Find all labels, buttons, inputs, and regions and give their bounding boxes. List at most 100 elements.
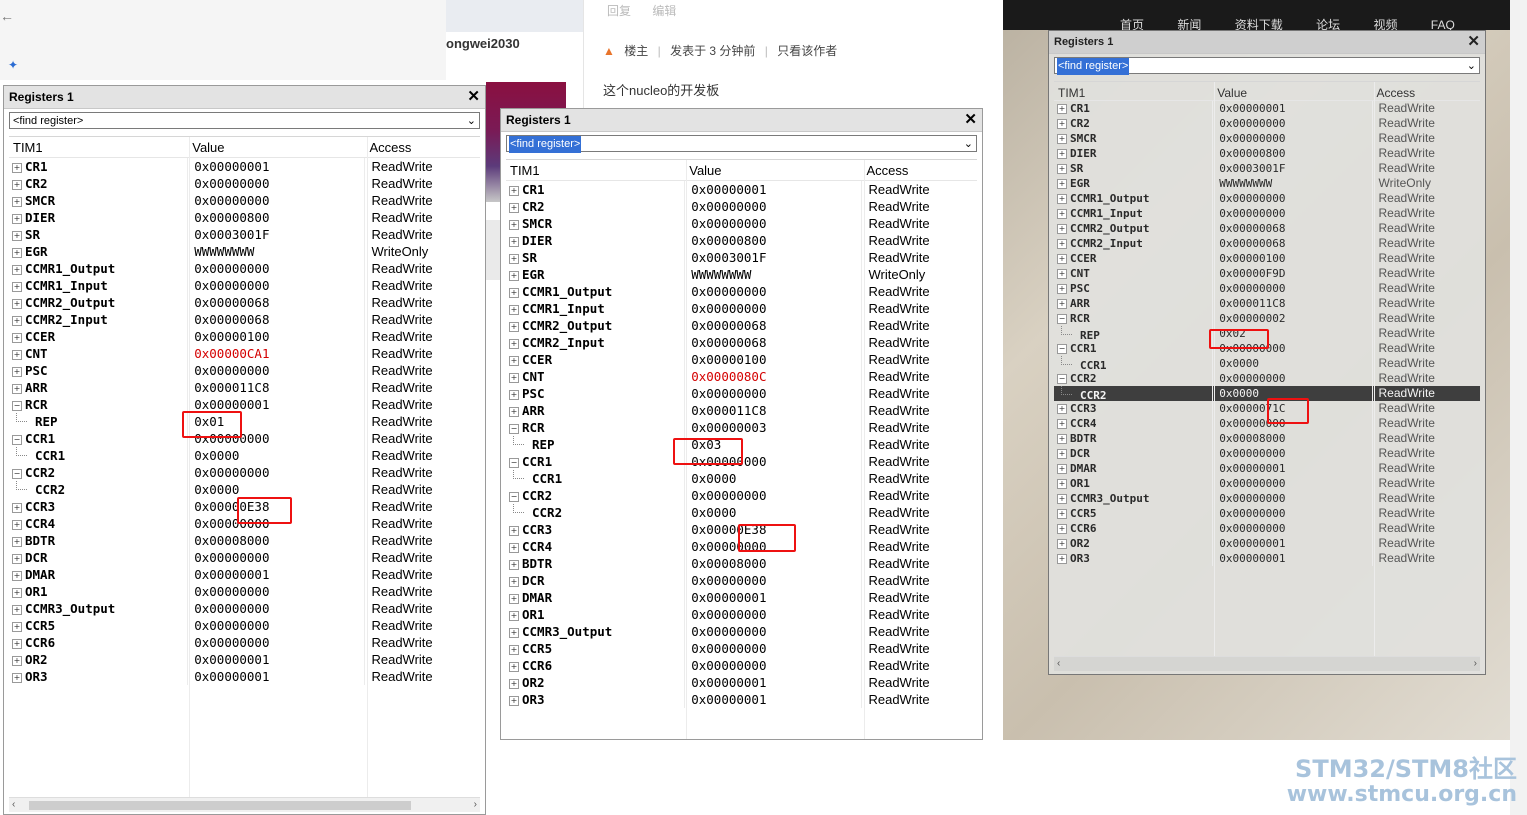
expand-icon[interactable]: + bbox=[1057, 494, 1067, 504]
register-value[interactable]: 0x00000001 bbox=[1213, 536, 1373, 551]
register-row[interactable]: + CCMR2_Output 0x00000068 ReadWrite bbox=[1054, 221, 1480, 236]
close-icon[interactable]: ✕ bbox=[1467, 31, 1480, 53]
register-value[interactable]: 0x00000000 bbox=[188, 192, 366, 209]
scroll-left-icon[interactable]: ‹ bbox=[12, 798, 15, 812]
expand-icon[interactable]: + bbox=[12, 197, 22, 207]
register-value[interactable]: 0x00000002 bbox=[1213, 311, 1373, 326]
expand-icon[interactable]: + bbox=[12, 571, 22, 581]
register-row[interactable]: + DCR 0x00000000 ReadWrite bbox=[9, 549, 480, 566]
expand-icon[interactable]: + bbox=[12, 384, 22, 394]
scroll-thumb[interactable] bbox=[29, 801, 411, 810]
register-row[interactable]: + CNT 0x0000080C ReadWrite bbox=[506, 368, 977, 385]
register-value[interactable]: 0x00000000 bbox=[685, 300, 863, 317]
register-value[interactable]: 0x00000000 bbox=[1213, 506, 1373, 521]
expand-icon[interactable]: + bbox=[12, 231, 22, 241]
register-row[interactable]: + OR3 0x00000001 ReadWrite bbox=[1054, 551, 1480, 566]
register-value[interactable]: 0x0000 bbox=[188, 447, 366, 464]
register-value[interactable]: 0x00000000 bbox=[685, 385, 863, 402]
collapse-icon[interactable]: − bbox=[509, 492, 519, 502]
register-row[interactable]: + CCR5 0x00000000 ReadWrite bbox=[1054, 506, 1480, 521]
register-value[interactable]: 0x00000800 bbox=[1213, 146, 1373, 161]
expand-icon[interactable]: + bbox=[12, 520, 22, 530]
register-value[interactable]: 0x00000001 bbox=[685, 674, 863, 691]
expand-icon[interactable]: + bbox=[509, 390, 519, 400]
register-value[interactable]: 0x00000800 bbox=[685, 232, 863, 249]
register-row[interactable]: + SMCR 0x00000000 ReadWrite bbox=[9, 192, 480, 209]
reply-link[interactable]: 回复 bbox=[607, 4, 631, 18]
register-value[interactable]: 0x00008000 bbox=[685, 555, 863, 572]
header-name[interactable]: TIM1 bbox=[9, 137, 188, 157]
register-value[interactable]: 0x00000000 bbox=[685, 215, 863, 232]
register-value[interactable]: 0x00000068 bbox=[188, 311, 366, 328]
register-row[interactable]: + SMCR 0x00000000 ReadWrite bbox=[506, 215, 977, 232]
register-row[interactable]: + CCMR1_Input 0x00000000 ReadWrite bbox=[506, 300, 977, 317]
register-row[interactable]: + CCMR3_Output 0x00000000 ReadWrite bbox=[506, 623, 977, 640]
register-row[interactable]: + CCMR2_Output 0x00000068 ReadWrite bbox=[9, 294, 480, 311]
chevron-down-icon[interactable]: ⌄ bbox=[467, 113, 476, 130]
back-arrow-icon[interactable]: ← bbox=[0, 8, 14, 24]
register-row[interactable]: + OR2 0x00000001 ReadWrite bbox=[1054, 536, 1480, 551]
register-value[interactable]: 0x00000000 bbox=[1213, 521, 1373, 536]
expand-icon[interactable]: + bbox=[1057, 404, 1067, 414]
expand-icon[interactable]: + bbox=[509, 203, 519, 213]
expand-icon[interactable]: + bbox=[509, 628, 519, 638]
expand-icon[interactable]: + bbox=[1057, 434, 1067, 444]
register-value[interactable]: 0x00000068 bbox=[685, 317, 863, 334]
register-row[interactable]: + CCR6 0x00000000 ReadWrite bbox=[1054, 521, 1480, 536]
register-row[interactable]: + CCMR3_Output 0x00000000 ReadWrite bbox=[9, 600, 480, 617]
expand-icon[interactable]: + bbox=[1057, 104, 1067, 114]
register-value[interactable]: 0x00000003 bbox=[685, 419, 863, 436]
register-value[interactable]: 0x00000001 bbox=[685, 181, 863, 198]
register-row[interactable]: CCR1 0x0000 ReadWrite bbox=[9, 447, 480, 464]
expand-icon[interactable]: + bbox=[509, 288, 519, 298]
register-row[interactable]: + CR2 0x00000000 ReadWrite bbox=[506, 198, 977, 215]
expand-icon[interactable]: + bbox=[1057, 479, 1067, 489]
register-value[interactable]: 0x00000000 bbox=[685, 487, 863, 504]
register-value[interactable]: 0x00000001 bbox=[188, 668, 366, 685]
expand-icon[interactable]: + bbox=[509, 662, 519, 672]
expand-icon[interactable]: + bbox=[509, 305, 519, 315]
expand-icon[interactable]: + bbox=[509, 339, 519, 349]
expand-icon[interactable]: + bbox=[509, 322, 519, 332]
register-row[interactable]: + CCMR2_Output 0x00000068 ReadWrite bbox=[506, 317, 977, 334]
register-row[interactable]: + CR1 0x00000001 ReadWrite bbox=[9, 158, 480, 175]
expand-icon[interactable]: + bbox=[509, 543, 519, 553]
expand-icon[interactable]: + bbox=[1057, 419, 1067, 429]
register-value[interactable]: 0x00000000 bbox=[188, 634, 366, 651]
register-row[interactable]: + CCER 0x00000100 ReadWrite bbox=[1054, 251, 1480, 266]
register-value[interactable]: 0x00000001 bbox=[188, 566, 366, 583]
collapse-icon[interactable]: − bbox=[1057, 374, 1067, 384]
register-value[interactable]: 0x0003001F bbox=[685, 249, 863, 266]
register-value[interactable]: 0x00000CA1 bbox=[188, 345, 366, 362]
register-row[interactable]: + EGR WWWWWWWW WriteOnly bbox=[1054, 176, 1480, 191]
register-row[interactable]: + ARR 0x000011C8 ReadWrite bbox=[9, 379, 480, 396]
expand-icon[interactable]: + bbox=[1057, 449, 1067, 459]
register-value[interactable]: 0x00000000 bbox=[1213, 491, 1373, 506]
expand-icon[interactable]: + bbox=[1057, 524, 1067, 534]
register-row[interactable]: CCR1 0x0000 ReadWrite bbox=[506, 470, 977, 487]
horizontal-scrollbar[interactable]: ‹ › bbox=[1054, 656, 1480, 671]
register-row[interactable]: + SR 0x0003001F ReadWrite bbox=[506, 249, 977, 266]
expand-icon[interactable]: + bbox=[1057, 239, 1067, 249]
expand-icon[interactable]: + bbox=[12, 214, 22, 224]
expand-icon[interactable]: + bbox=[509, 407, 519, 417]
register-row[interactable]: + CR2 0x00000000 ReadWrite bbox=[1054, 116, 1480, 131]
expand-icon[interactable]: + bbox=[12, 282, 22, 292]
header-name[interactable]: TIM1 bbox=[506, 160, 685, 180]
register-value[interactable]: 0x00000068 bbox=[685, 334, 863, 351]
register-row[interactable]: + DCR 0x00000000 ReadWrite bbox=[1054, 446, 1480, 461]
register-row[interactable]: + BDTR 0x00008000 ReadWrite bbox=[506, 555, 977, 572]
register-row[interactable]: + CNT 0x00000CA1 ReadWrite bbox=[9, 345, 480, 362]
register-value[interactable]: 0x00000000 bbox=[1213, 476, 1373, 491]
expand-icon[interactable]: + bbox=[12, 605, 22, 615]
register-row[interactable]: + OR1 0x00000000 ReadWrite bbox=[1054, 476, 1480, 491]
register-row[interactable]: + OR3 0x00000001 ReadWrite bbox=[9, 668, 480, 685]
register-value[interactable]: 0x0003001F bbox=[1213, 161, 1373, 176]
register-value[interactable]: 0x00000100 bbox=[685, 351, 863, 368]
scroll-right-icon[interactable]: › bbox=[474, 798, 477, 812]
register-row[interactable]: + CCMR1_Output 0x00000000 ReadWrite bbox=[1054, 191, 1480, 206]
register-value[interactable]: 0x00008000 bbox=[1213, 431, 1373, 446]
register-value[interactable]: 0x00000000 bbox=[188, 600, 366, 617]
expand-icon[interactable]: + bbox=[12, 622, 22, 632]
register-value[interactable]: 0x00000000 bbox=[685, 198, 863, 215]
